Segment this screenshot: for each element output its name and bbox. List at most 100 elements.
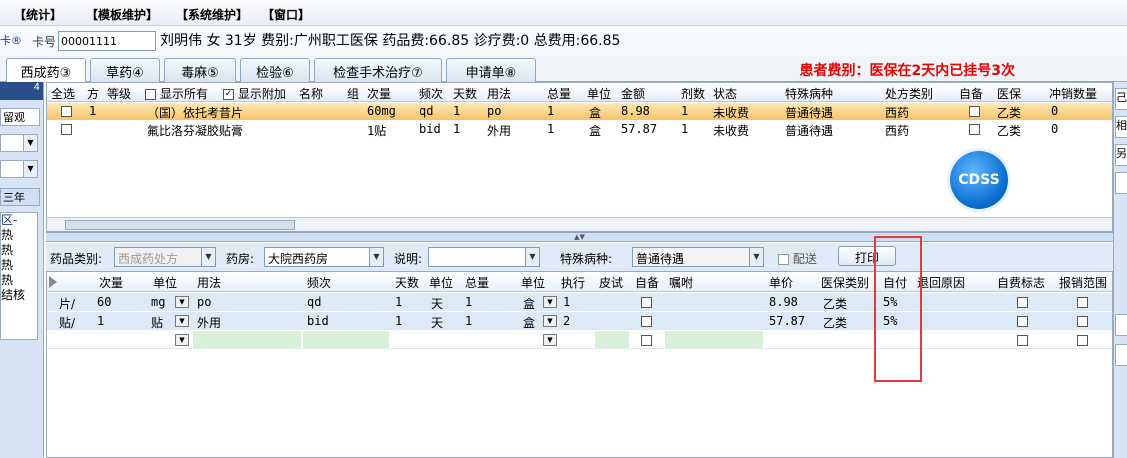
- cell-status: 未收费: [713, 124, 750, 138]
- three-year-button[interactable]: 三年: [0, 188, 40, 206]
- table-row[interactable]: 贴/ 1 贴 ▼ 外用 bid 1 天 1 盒 ▼ 2 57.87 乙类 5%: [47, 312, 1112, 330]
- cell-dose[interactable]: 1: [97, 314, 104, 328]
- cell-total-unit[interactable]: 盒: [523, 314, 535, 331]
- menu-system-maintenance[interactable]: 【系统维护】: [176, 6, 248, 23]
- horizontal-scrollbar[interactable]: [47, 217, 1112, 231]
- cell-usage: po: [487, 104, 502, 118]
- left-dropdown-2[interactable]: ▼: [0, 160, 38, 178]
- tab-exam-surgery[interactable]: 检查手术治疗⑦: [314, 58, 442, 82]
- table-row[interactable]: 片/ 60 mg ▼ po qd 1 天 1 盒 ▼ 1 8.98 乙类 5%: [47, 293, 1112, 311]
- panel-splitter[interactable]: ▲▼: [46, 232, 1113, 242]
- self-pay-flag-checkbox[interactable]: [1017, 314, 1028, 328]
- cell-dose-unit[interactable]: mg: [151, 295, 165, 309]
- cell-frequency[interactable]: bid: [307, 314, 329, 328]
- self-provided-checkbox[interactable]: [641, 314, 652, 328]
- tab-western-medicine[interactable]: 西成药③: [6, 58, 86, 83]
- special-disease-select[interactable]: 普通待遇 ▼: [632, 247, 764, 267]
- cell-usage[interactable]: po: [197, 295, 211, 309]
- table-row-empty[interactable]: ▼ ▼: [47, 331, 1112, 349]
- self-pay-flag-checkbox[interactable]: [1017, 333, 1028, 347]
- right-button-4[interactable]: [1115, 172, 1127, 194]
- table-row[interactable]: 1 （国）依托考昔片 60mg qd 1 po 1 盒 8.98 1 未收费 普…: [47, 103, 1112, 120]
- cell-total-unit[interactable]: 盒: [523, 295, 535, 312]
- right-button-5[interactable]: [1115, 314, 1127, 336]
- tab-narcotics[interactable]: 毒麻⑤: [164, 58, 236, 82]
- cell-execute[interactable]: 1: [563, 295, 570, 309]
- list-item[interactable]: 热: [1, 243, 37, 258]
- card-number-input[interactable]: 00001111: [58, 31, 156, 51]
- cell-usage[interactable]: 外用: [197, 314, 221, 331]
- special-disease-label: 特殊病种:: [560, 252, 613, 266]
- cell-dose-unit[interactable]: 贴: [151, 314, 163, 331]
- skin-test-cell-empty[interactable]: [595, 331, 629, 349]
- left-dropdown-1[interactable]: ▼: [0, 134, 38, 152]
- col-skin-test: 皮试: [599, 276, 624, 290]
- chevron-down-icon[interactable]: ▼: [175, 315, 189, 327]
- cell-days[interactable]: 1: [395, 295, 402, 309]
- col-total-unit: 单位: [521, 276, 546, 290]
- col-self-provided: 自备: [635, 276, 660, 290]
- self-pay-flag-checkbox[interactable]: [1017, 295, 1028, 309]
- frequency-cell-empty[interactable]: [303, 331, 389, 349]
- tab-request-form[interactable]: 申请单⑧: [446, 58, 536, 82]
- instructions-cell-empty[interactable]: [665, 331, 763, 349]
- cell-total[interactable]: 1: [465, 314, 472, 328]
- prescription-grid: 全选 方 等级 显示所有 ✓ 显示附加 名称 组 次量 频次 天数 用法 总量 …: [46, 82, 1113, 232]
- reimburse-checkbox[interactable]: [1077, 314, 1088, 328]
- col-group: 组: [347, 87, 360, 101]
- tab-lab-tests[interactable]: 检验⑥: [240, 58, 310, 82]
- checkbox-icon: [778, 254, 789, 265]
- cell-insurance: 乙类: [997, 124, 1022, 138]
- right-button-1[interactable]: 己: [1115, 88, 1127, 110]
- show-extra-checkbox[interactable]: ✓ 显示附加: [223, 85, 286, 102]
- list-item[interactable]: 热: [1, 228, 37, 243]
- chevron-down-icon[interactable]: ▼: [175, 296, 189, 308]
- col-select-all[interactable]: 全选: [51, 85, 75, 102]
- menu-template-maintenance[interactable]: 【模板维护】: [86, 6, 158, 23]
- cell-total[interactable]: 1: [465, 295, 472, 309]
- self-provided-checkbox[interactable]: [969, 122, 980, 136]
- list-item[interactable]: 热: [1, 273, 37, 288]
- self-provided-checkbox[interactable]: [641, 295, 652, 309]
- row-checkbox[interactable]: [61, 104, 72, 118]
- right-button-6[interactable]: [1115, 344, 1127, 366]
- delivery-checkbox[interactable]: 配送: [778, 250, 817, 267]
- pharmacy-select[interactable]: 大院西药房 ▼: [264, 247, 384, 267]
- reimburse-checkbox[interactable]: [1077, 333, 1088, 347]
- row-checkbox[interactable]: [61, 122, 72, 136]
- chevron-down-icon[interactable]: ▼: [175, 334, 189, 346]
- chevron-down-icon[interactable]: ▼: [543, 296, 557, 308]
- col-days: 天数: [453, 87, 478, 101]
- chevron-down-icon[interactable]: ▼: [543, 315, 557, 327]
- observation-button[interactable]: 留观: [0, 108, 40, 126]
- right-button-3[interactable]: 另: [1115, 144, 1127, 166]
- cell-execute[interactable]: 2: [563, 314, 570, 328]
- cell-prefix: 片/: [59, 297, 76, 311]
- cell-days[interactable]: 1: [395, 314, 402, 328]
- list-item[interactable]: 结核: [1, 288, 37, 303]
- menu-window[interactable]: 【窗口】: [262, 6, 310, 23]
- note-select[interactable]: ▼: [428, 247, 540, 267]
- chevron-down-icon[interactable]: ▼: [543, 334, 557, 346]
- cdss-button[interactable]: CDSS: [950, 151, 1008, 209]
- diagnosis-list[interactable]: 区- 热 热 热 热 结核: [0, 212, 38, 340]
- cell-dose[interactable]: 60: [97, 295, 111, 309]
- list-item[interactable]: 热: [1, 258, 37, 273]
- tab-herbal-medicine[interactable]: 草药④: [90, 58, 160, 82]
- show-all-checkbox[interactable]: 显示所有: [145, 85, 208, 102]
- detail-grid-header: 次量 单位 用法 频次 天数 单位 总量 单位 执行 皮试 自备 嘱咐 单价 医…: [47, 272, 1112, 292]
- reimburse-checkbox[interactable]: [1077, 295, 1088, 309]
- right-button-2[interactable]: 相: [1115, 116, 1127, 138]
- checkbox-icon: [1077, 316, 1088, 327]
- cell-frequency[interactable]: qd: [307, 295, 321, 309]
- table-row[interactable]: 氟比洛芬凝胶贴膏 1贴 bid 1 外用 1 盒 57.87 1 未收费 普通待…: [47, 121, 1112, 138]
- print-button[interactable]: 打印: [838, 246, 896, 266]
- pin-icon[interactable]: 4: [0, 82, 43, 100]
- usage-cell-empty[interactable]: [193, 331, 301, 349]
- card-read-button[interactable]: 卡®: [0, 32, 22, 50]
- list-item[interactable]: 区-: [1, 213, 37, 228]
- scrollbar-thumb[interactable]: [65, 220, 295, 230]
- menu-statistics[interactable]: 【统计】: [14, 6, 62, 23]
- self-provided-checkbox[interactable]: [969, 104, 980, 118]
- self-provided-checkbox[interactable]: [641, 333, 652, 347]
